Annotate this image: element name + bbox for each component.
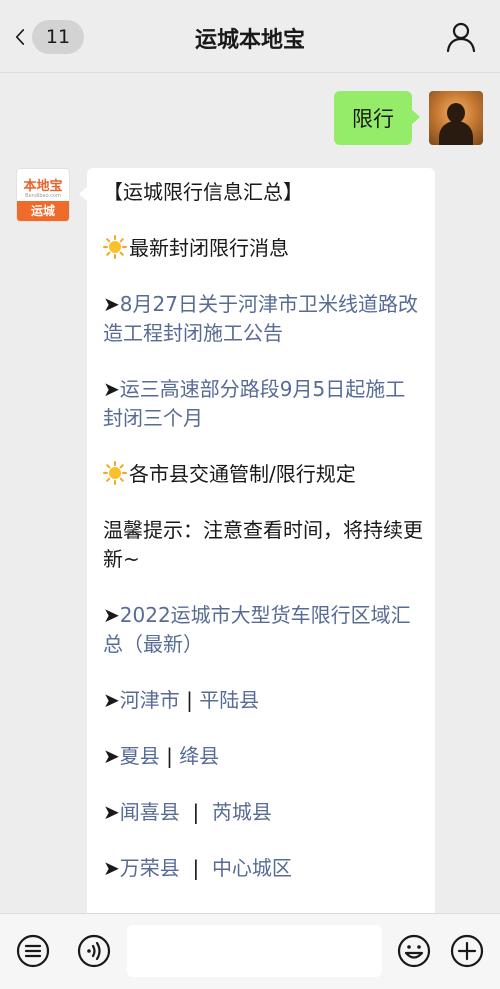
- section-heading: 最新封闭限行消息: [103, 234, 425, 263]
- county-link[interactable]: 绛县: [179, 744, 219, 768]
- user-avatar[interactable]: [429, 91, 483, 145]
- county-row: ➤河津市 | 平陆县: [103, 688, 260, 712]
- county-link[interactable]: 中心城区: [212, 856, 292, 880]
- chat-header: 11 运城本地宝: [0, 0, 500, 73]
- outgoing-message-text: 限行: [352, 107, 394, 131]
- voice-icon[interactable]: [76, 933, 112, 969]
- section-heading-text: 各市县交通管制/限行规定: [129, 462, 356, 486]
- county-link[interactable]: 万荣县: [120, 856, 180, 880]
- section-heading-text: 最新封闭限行消息: [129, 236, 289, 260]
- incoming-message-bubble: 【运城限行信息汇总】 最新封闭限行消息 ➤8月27日关于河津市卫米线道路改造工程…: [79, 168, 435, 928]
- bot-logo-text: 本地宝: [23, 179, 63, 194]
- message-input[interactable]: [127, 925, 382, 977]
- message-content: 【运城限行信息汇总】 最新封闭限行消息 ➤8月27日关于河津市卫米线道路改造工程…: [103, 178, 425, 910]
- news-item: ➤运三高速部分路段9月5日起施工封闭三个月: [103, 377, 406, 430]
- plus-icon[interactable]: [449, 933, 485, 969]
- county-link[interactable]: 夏县: [120, 744, 160, 768]
- county-link[interactable]: 河津市: [120, 688, 180, 712]
- separator: |: [179, 800, 212, 824]
- news-item: ➤8月27日关于河津市卫米线道路改造工程封闭施工公告: [103, 292, 418, 345]
- separator: |: [179, 856, 212, 880]
- county-row: ➤夏县 | 绛县: [103, 744, 220, 768]
- separator: |: [159, 744, 180, 768]
- outgoing-message-bubble[interactable]: 限行: [334, 91, 420, 145]
- tip-text: 温馨提示：注意查看时间，将持续更新~: [103, 518, 423, 571]
- bot-logo-domain: Bendibao.com: [25, 193, 61, 199]
- news-link[interactable]: 8月27日关于河津市卫米线道路改造工程封闭施工公告: [103, 292, 418, 345]
- bot-logo-city: 运城: [17, 201, 69, 221]
- person-icon[interactable]: [444, 20, 478, 54]
- input-bar: [0, 913, 500, 989]
- county-row: ➤闻喜县 | 芮城县: [103, 800, 272, 824]
- news-link[interactable]: 运三高速部分路段9月5日起施工封闭三个月: [103, 377, 405, 430]
- news-item: ➤2022运城市大型货车限行区域汇总（最新）: [103, 603, 411, 656]
- bot-avatar[interactable]: 本地宝 Bendibao.com 运城: [16, 168, 70, 222]
- news-link[interactable]: 2022运城市大型货车限行区域汇总（最新）: [103, 603, 411, 656]
- sun-icon: [103, 235, 127, 259]
- county-link[interactable]: 闻喜县: [120, 800, 180, 824]
- emoji-icon[interactable]: [396, 933, 432, 969]
- menu-list-icon[interactable]: [15, 933, 51, 969]
- county-link[interactable]: 芮城县: [212, 800, 272, 824]
- sun-icon: [103, 461, 127, 485]
- county-row: ➤万荣县 | 中心城区: [103, 856, 292, 880]
- county-link[interactable]: 平陆县: [199, 688, 259, 712]
- message-title: 【运城限行信息汇总】: [103, 180, 303, 204]
- chat-title: 运城本地宝: [194, 28, 305, 53]
- separator: |: [179, 688, 200, 712]
- section-heading: 各市县交通管制/限行规定: [103, 460, 425, 489]
